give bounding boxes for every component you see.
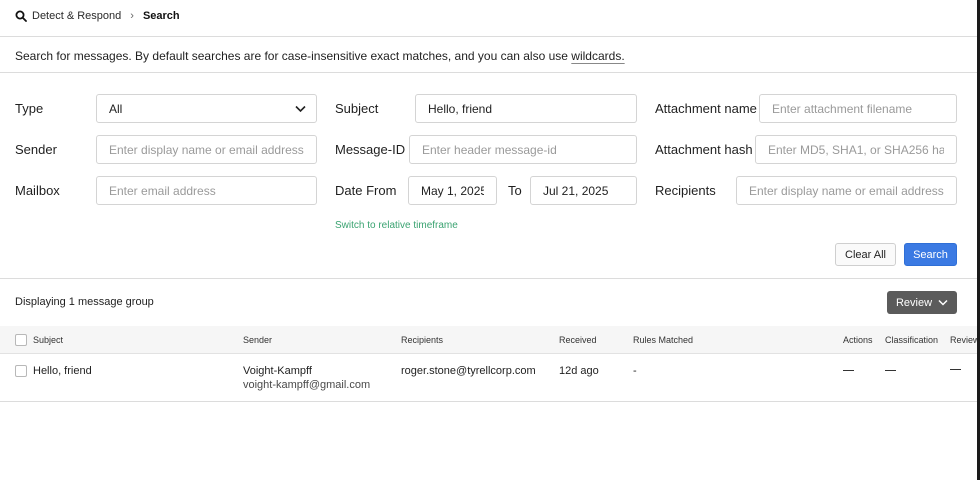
relative-timeframe-link[interactable]: Switch to relative timeframe bbox=[335, 220, 458, 231]
wildcards-link[interactable]: wildcards. bbox=[571, 49, 624, 63]
divider bbox=[0, 72, 977, 73]
sender-label: Sender bbox=[15, 142, 57, 157]
date-to-label: To bbox=[508, 183, 522, 198]
search-icon bbox=[15, 10, 27, 22]
row-classification-empty bbox=[885, 370, 896, 371]
attachment-name-label: Attachment name bbox=[655, 101, 757, 116]
type-select[interactable]: All bbox=[96, 94, 317, 123]
subject-label: Subject bbox=[335, 101, 379, 116]
mailbox-label: Mailbox bbox=[15, 183, 60, 198]
header-bar: Detect & Respond › Search bbox=[0, 0, 977, 37]
review-dropdown-button[interactable]: Review bbox=[887, 291, 957, 314]
row-actions-empty bbox=[843, 370, 854, 371]
type-label: Type bbox=[15, 101, 44, 116]
date-from-label: Date From bbox=[335, 183, 397, 198]
column-header-review[interactable]: Review bbox=[950, 335, 977, 345]
column-header-recipients[interactable]: Recipients bbox=[401, 335, 443, 345]
results-summary: Displaying 1 message group bbox=[15, 296, 154, 308]
attachment-hash-label: Attachment hash bbox=[655, 142, 753, 157]
breadcrumb: Detect & Respond › Search bbox=[15, 10, 180, 22]
sender-input[interactable] bbox=[96, 135, 317, 164]
row-sender-name: Voight-Kampff bbox=[243, 365, 312, 377]
row-received: 12d ago bbox=[559, 365, 599, 377]
date-to-input[interactable] bbox=[530, 176, 637, 205]
search-button[interactable]: Search bbox=[904, 243, 957, 266]
mailbox-input[interactable] bbox=[96, 176, 317, 205]
table-row[interactable]: Hello, friend Voight-Kampff voight-kampf… bbox=[0, 355, 977, 402]
attachment-name-input[interactable] bbox=[759, 94, 957, 123]
row-recipients: roger.stone@tyrellcorp.com bbox=[401, 365, 536, 377]
column-header-received[interactable]: Received bbox=[559, 335, 597, 345]
date-from-input[interactable] bbox=[408, 176, 497, 205]
subject-input[interactable] bbox=[415, 94, 637, 123]
recipients-input[interactable] bbox=[736, 176, 957, 205]
breadcrumb-parent[interactable]: Detect & Respond bbox=[32, 10, 121, 22]
column-header-rules-matched[interactable]: Rules Matched bbox=[633, 335, 693, 345]
chevron-down-icon bbox=[938, 299, 948, 306]
column-header-actions[interactable]: Actions bbox=[843, 335, 873, 345]
row-review-empty bbox=[950, 369, 961, 370]
table-header: Subject Sender Recipients Received Rules… bbox=[0, 326, 977, 354]
row-sender: Voight-Kampff voight-kampff@gmail.com bbox=[243, 365, 370, 391]
column-header-classification[interactable]: Classification bbox=[885, 335, 938, 345]
row-subject[interactable]: Hello, friend bbox=[33, 365, 92, 377]
select-all-checkbox[interactable] bbox=[15, 334, 27, 346]
column-header-subject[interactable]: Subject bbox=[33, 335, 63, 345]
column-header-sender[interactable]: Sender bbox=[243, 335, 272, 345]
chevron-right-icon: › bbox=[130, 10, 134, 22]
row-rules-matched: - bbox=[633, 365, 637, 377]
clear-all-button[interactable]: Clear All bbox=[835, 243, 896, 266]
attachment-hash-input[interactable] bbox=[755, 135, 957, 164]
breadcrumb-current: Search bbox=[142, 10, 180, 22]
row-checkbox[interactable] bbox=[15, 365, 27, 377]
search-description-text: Search for messages. By default searches… bbox=[15, 49, 572, 63]
chevron-down-icon bbox=[295, 105, 306, 112]
recipients-label: Recipients bbox=[655, 183, 716, 198]
type-select-value: All bbox=[109, 101, 123, 116]
row-sender-email: voight-kampff@gmail.com bbox=[243, 379, 371, 391]
message-id-input[interactable] bbox=[409, 135, 637, 164]
search-description: Search for messages. By default searches… bbox=[15, 49, 625, 63]
review-button-label: Review bbox=[895, 296, 933, 309]
divider bbox=[0, 278, 977, 279]
message-id-label: Message-ID bbox=[335, 142, 406, 157]
